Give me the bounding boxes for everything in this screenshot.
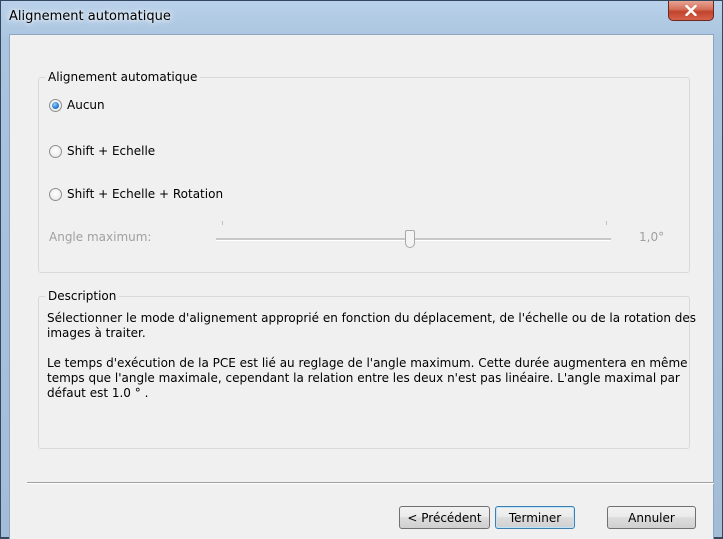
close-icon: [685, 5, 697, 16]
angle-maximum-label: Angle maximum:: [49, 230, 152, 244]
alignment-group-label: Alignement automatique: [45, 69, 201, 85]
dialog-window: Alignement automatique Alignement automa…: [0, 0, 723, 539]
radio-button-checked[interactable]: [49, 98, 62, 112]
alignment-groupbox: Alignement automatique Aucun Shift + Ech…: [38, 69, 690, 273]
cancel-button[interactable]: Annuler: [607, 506, 696, 529]
radio-option-aucun[interactable]: Aucun: [49, 97, 105, 113]
slider-tick-max: [606, 221, 607, 225]
slider-tick-min: [222, 221, 223, 225]
title-bar[interactable]: Alignement automatique: [1, 1, 722, 35]
window-title: Alignement automatique: [9, 9, 171, 24]
angle-maximum-value: 1,0°: [639, 230, 665, 244]
finish-button[interactable]: Terminer: [495, 506, 575, 529]
description-text: Sélectionner le mode d'alignement approp…: [47, 311, 697, 416]
dialog-client-area: Alignement automatique Aucun Shift + Ech…: [9, 34, 714, 539]
button-separator: [27, 482, 714, 484]
description-group-label: Description: [45, 288, 120, 304]
radio-option-shift-echelle-rotation[interactable]: Shift + Echelle + Rotation: [49, 186, 223, 202]
radio-label-aucun: Aucun: [67, 98, 105, 112]
description-paragraph-2: Le temps d'exécution de la PCE est lié a…: [47, 356, 688, 400]
radio-button[interactable]: [49, 187, 62, 201]
previous-button[interactable]: < Précédent: [399, 506, 490, 529]
radio-option-shift-echelle[interactable]: Shift + Echelle: [49, 143, 155, 159]
radio-button[interactable]: [49, 144, 62, 158]
description-groupbox: Description Sélectionner le mode d'align…: [38, 288, 696, 449]
radio-label-shift-echelle: Shift + Echelle: [67, 144, 156, 158]
slider-thumb[interactable]: [404, 230, 415, 248]
description-paragraph-1: Sélectionner le mode d'alignement approp…: [47, 311, 697, 340]
radio-label-shift-echelle-rotation: Shift + Echelle + Rotation: [67, 187, 224, 201]
close-button[interactable]: [668, 1, 714, 21]
